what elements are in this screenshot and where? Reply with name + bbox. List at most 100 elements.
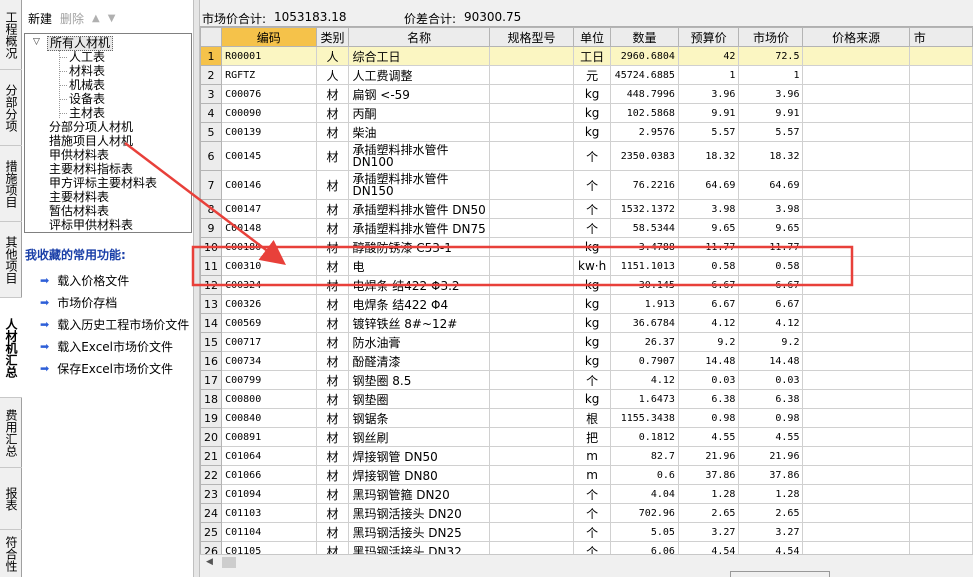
cell-category[interactable]: 材 (315, 84, 350, 104)
cell-code[interactable]: C00717 (221, 332, 317, 352)
cell-quantity[interactable]: 0.1812 (610, 427, 679, 447)
cell-category[interactable]: 材 (315, 370, 350, 390)
row-number[interactable]: 24 (200, 503, 223, 523)
cell-quantity[interactable]: 26.37 (610, 332, 679, 352)
table-row[interactable]: 18 C00800 材钢垫圈 kg 1.6473 6.38 6.38 (200, 389, 973, 409)
cell-unit[interactable]: 元 (573, 65, 612, 85)
cell-market-price[interactable]: 1.28 (738, 484, 804, 504)
cell-unit[interactable]: m (573, 446, 612, 466)
cell-budget-price[interactable]: 0.58 (677, 256, 740, 276)
cell-name[interactable]: 综合工日 (348, 46, 490, 66)
cell-market-price[interactable]: 37.86 (738, 465, 804, 485)
cell-spec[interactable] (488, 294, 575, 314)
cell-market-price[interactable]: 6.67 (738, 294, 804, 314)
cell-budget-price[interactable]: 4.55 (677, 427, 740, 447)
cell-category[interactable]: 人 (315, 46, 350, 66)
cell-quantity[interactable]: 702.96 (610, 503, 679, 523)
tab-conformity[interactable]: 符合性 (0, 530, 22, 577)
cell-market-price[interactable]: 6.67 (738, 275, 804, 295)
cell-price-source[interactable] (802, 84, 910, 104)
cell-name[interactable]: 钢垫圈 8.5 (348, 370, 490, 390)
cell-spec[interactable] (488, 237, 575, 257)
cell-category[interactable]: 材 (315, 103, 350, 123)
cell-extra[interactable] (908, 541, 973, 554)
cell-price-source[interactable] (802, 313, 910, 333)
cell-unit[interactable]: 根 (573, 408, 612, 428)
cell-category[interactable]: 材 (315, 218, 350, 238)
tree-node-measure-lm[interactable]: 措施项目人材机 (49, 135, 133, 148)
cell-price-source[interactable] (802, 332, 910, 352)
cell-price-source[interactable] (802, 389, 910, 409)
fav-load-excel-price[interactable]: ➡ 载入Excel市场价文件 (40, 338, 173, 355)
cell-name[interactable]: 扁钢 <-59 (348, 84, 490, 104)
cell-code[interactable]: C00180 (221, 237, 317, 257)
cell-price-source[interactable] (802, 170, 910, 200)
col-header-budget-price[interactable]: 预算价 (677, 27, 740, 47)
cell-market-price[interactable]: 64.69 (738, 170, 804, 200)
cell-unit[interactable]: 个 (573, 199, 612, 219)
tree-node-labor[interactable]: 人工表 (69, 51, 105, 64)
cell-name[interactable]: 焊接钢管 DN50 (348, 446, 490, 466)
cell-market-price[interactable]: 0.03 (738, 370, 804, 390)
cell-budget-price[interactable]: 6.67 (677, 275, 740, 295)
tree-node-main-list[interactable]: 主要材料表 (49, 191, 109, 204)
cell-unit[interactable]: kg (573, 389, 612, 409)
cell-spec[interactable] (488, 446, 575, 466)
cell-extra[interactable] (908, 484, 973, 504)
cell-price-source[interactable] (802, 427, 910, 447)
cell-quantity[interactable]: 4.04 (610, 484, 679, 504)
cell-code[interactable]: C00146 (221, 170, 317, 200)
table-row[interactable]: 13 C00326 材电焊条 结422 Φ4 kg 1.913 6.67 6.67 (200, 294, 973, 314)
cell-quantity[interactable]: 2.9576 (610, 122, 679, 142)
cell-extra[interactable] (908, 351, 973, 371)
cell-code[interactable]: C00734 (221, 351, 317, 371)
table-row[interactable]: 14 C00569 材镀锌铁丝 8#~12# kg 36.6784 4.12 4.12 (200, 313, 973, 333)
cell-quantity[interactable]: 45724.6885 (610, 65, 679, 85)
cell-code[interactable]: R00001 (221, 46, 317, 66)
cell-category[interactable]: 材 (315, 141, 350, 171)
cell-market-price[interactable]: 0.98 (738, 408, 804, 428)
cell-spec[interactable] (488, 427, 575, 447)
cell-spec[interactable] (488, 84, 575, 104)
row-number[interactable]: 11 (200, 256, 223, 276)
cell-quantity[interactable]: 30.145 (610, 275, 679, 295)
table-row[interactable]: 20 C00891 材钢丝刷把 0.1812 4.55 4.55 (200, 427, 973, 447)
row-number[interactable]: 15 (200, 332, 223, 352)
cell-name[interactable]: 焊接钢管 DN80 (348, 465, 490, 485)
cell-extra[interactable] (908, 122, 973, 142)
cell-extra[interactable] (908, 427, 973, 447)
cell-price-source[interactable] (802, 465, 910, 485)
cell-code[interactable]: C00326 (221, 294, 317, 314)
cell-budget-price[interactable]: 6.38 (677, 389, 740, 409)
row-number[interactable]: 16 (200, 351, 223, 371)
cell-market-price[interactable]: 72.5 (738, 46, 804, 66)
cell-spec[interactable] (488, 170, 575, 200)
table-row[interactable]: 10 C00180 材醇酸防锈漆 C53-1 kg 3.4788 11.77 11.77 (200, 237, 973, 257)
cell-name[interactable]: 承插塑料排水管件 DN50 (348, 199, 490, 219)
cell-quantity[interactable]: 4.12 (610, 370, 679, 390)
cell-spec[interactable] (488, 141, 575, 171)
cell-price-source[interactable] (802, 294, 910, 314)
cell-quantity[interactable]: 2350.0383 (610, 141, 679, 171)
tree-node-materials[interactable]: 材料表 (69, 65, 105, 78)
cell-code[interactable]: C00076 (221, 84, 317, 104)
cell-unit[interactable]: 工日 (573, 46, 612, 66)
cell-code[interactable]: C01064 (221, 446, 317, 466)
cell-extra[interactable] (908, 294, 973, 314)
cell-name[interactable]: 防水油膏 (348, 332, 490, 352)
cell-price-source[interactable] (802, 103, 910, 123)
cell-extra[interactable] (908, 275, 973, 295)
cell-category[interactable]: 材 (315, 484, 350, 504)
table-row[interactable]: 9 C00148 材承插塑料排水管件 DN75 个 58.5344 9.65 9.65 (200, 218, 973, 238)
cell-spec[interactable] (488, 484, 575, 504)
cell-market-price[interactable]: 14.48 (738, 351, 804, 371)
cell-quantity[interactable]: 3.4788 (610, 237, 679, 257)
tree-node-main-index[interactable]: 主要材料指标表 (49, 163, 133, 176)
cell-price-source[interactable] (802, 484, 910, 504)
cell-name[interactable]: 承插塑料排水管件 DN100 (348, 141, 490, 171)
tree-node-division-lm[interactable]: 分部分项人材机 (49, 121, 133, 134)
cell-price-source[interactable] (802, 256, 910, 276)
cell-unit[interactable]: kg (573, 103, 612, 123)
row-number[interactable]: 1 (200, 46, 223, 66)
cell-code[interactable]: C00147 (221, 199, 317, 219)
